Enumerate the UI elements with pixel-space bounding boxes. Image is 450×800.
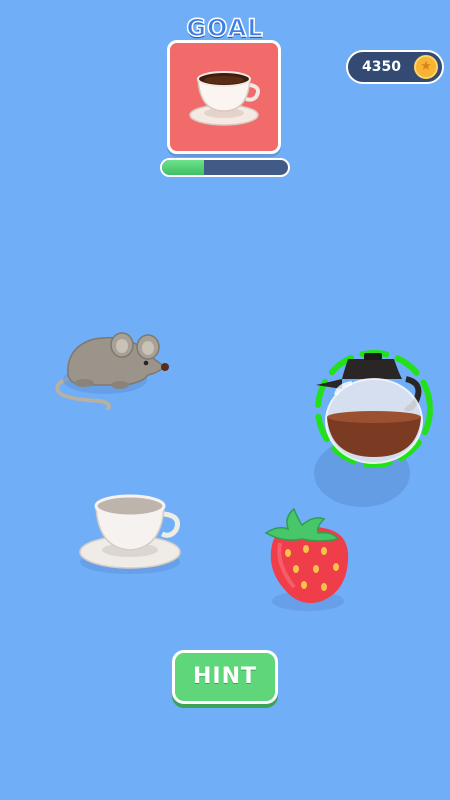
star-coin-icon: ★ — [414, 55, 438, 79]
coffee-pot-item[interactable] — [302, 345, 447, 515]
empty-cup-item[interactable] — [78, 490, 188, 580]
strawberry-item[interactable] — [258, 505, 353, 613]
mouse-item[interactable] — [50, 325, 175, 410]
goal-progress-fill — [162, 160, 204, 175]
coin-count: 4350 — [362, 59, 401, 75]
coffee-cup-goal-icon — [189, 71, 260, 126]
goal-card — [167, 40, 281, 154]
hint-button[interactable]: HINT — [172, 650, 278, 704]
goal-progress-bar — [160, 158, 290, 177]
goal-label: GOAL — [186, 13, 264, 43]
coin-counter: 4350 ★ — [346, 50, 444, 84]
